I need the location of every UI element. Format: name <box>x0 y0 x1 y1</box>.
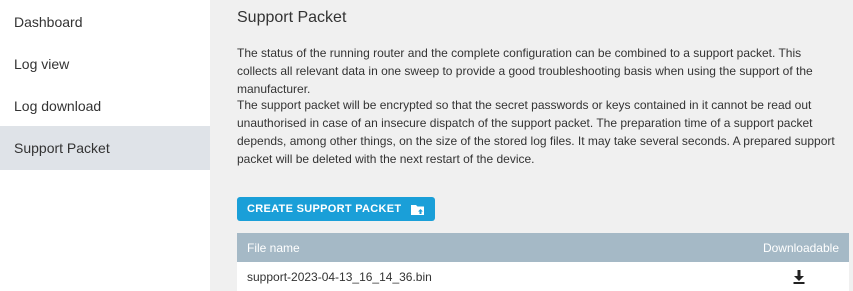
create-support-packet-button[interactable]: CREATE SUPPORT PACKET <box>237 197 435 221</box>
file-name-cell: support-2023-04-13_16_14_36.bin <box>247 269 432 284</box>
page-title: Support Packet <box>237 9 347 26</box>
encryption-paragraph: The support packet will be encrypted so … <box>237 98 835 166</box>
create-button-label: CREATE SUPPORT PACKET <box>247 203 402 215</box>
sidebar-item-label: Support Packet <box>14 140 110 156</box>
sidebar-item-label: Log download <box>14 98 102 114</box>
sidebar-item-log-download[interactable]: Log download <box>0 84 210 128</box>
download-icon[interactable] <box>793 269 805 284</box>
downloadable-cell <box>759 269 839 284</box>
support-packet-table: File name Downloadable support-2023-04-1… <box>237 233 849 291</box>
sidebar-item-log-view[interactable]: Log view <box>0 42 210 86</box>
sidebar-item-dashboard[interactable]: Dashboard <box>0 0 210 44</box>
table-row: support-2023-04-13_16_14_36.bin <box>237 262 849 291</box>
intro-paragraph: The status of the running router and the… <box>237 46 813 96</box>
folder-upload-icon <box>410 203 426 216</box>
sidebar: Dashboard Log view Log download Support … <box>0 0 210 291</box>
sidebar-item-support-packet[interactable]: Support Packet <box>0 126 210 170</box>
column-header-file-name: File name <box>247 240 300 255</box>
column-header-downloadable: Downloadable <box>762 240 839 255</box>
sidebar-item-label: Log view <box>14 56 70 72</box>
table-header: File name Downloadable <box>237 233 849 262</box>
sidebar-item-label: Dashboard <box>14 14 83 30</box>
main-content: Support Packet The status of the running… <box>210 0 853 291</box>
